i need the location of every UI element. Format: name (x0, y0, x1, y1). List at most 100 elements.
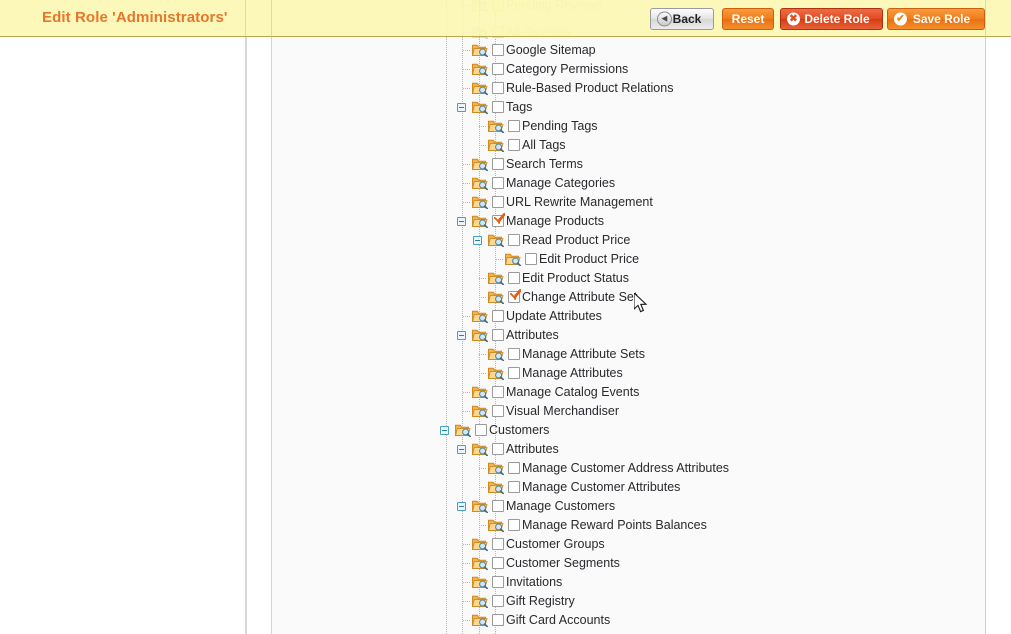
tree-elbow (479, 525, 486, 527)
permission-checkbox[interactable] (492, 443, 504, 455)
permission-checkbox[interactable] (475, 424, 487, 436)
tree-row[interactable]: Invitations (272, 573, 985, 592)
permission-label: Visual Merchandiser (506, 402, 619, 421)
permission-label: Google Sitemap (506, 41, 596, 60)
tree-elbow (463, 88, 470, 90)
permission-checkbox[interactable] (492, 177, 504, 189)
permission-checkbox[interactable] (492, 557, 504, 569)
permission-label: Invitations (506, 573, 562, 592)
permission-checkbox[interactable] (525, 253, 537, 265)
tree-row[interactable]: Edit Product Status (272, 269, 985, 288)
tree-row[interactable]: Manage Attributes (272, 364, 985, 383)
tree-row[interactable]: Pending Tags (272, 117, 985, 136)
permission-label: Tags (506, 98, 532, 117)
tree-row[interactable]: Manage Catalog Events (272, 383, 985, 402)
permission-checkbox[interactable] (492, 63, 504, 75)
tree-row[interactable]: Google Sitemap (272, 41, 985, 60)
tree-elbow (463, 183, 470, 185)
tree-row[interactable]: Visual Merchandiser (272, 402, 985, 421)
tree-row[interactable]: Manage Reward Points Balances (272, 516, 985, 535)
tree-elbow (479, 126, 486, 128)
collapse-toggle-icon[interactable] (457, 445, 466, 454)
collapse-toggle-icon[interactable] (457, 103, 466, 112)
tree-row[interactable]: Gift Card Accounts (272, 611, 985, 630)
permission-checkbox[interactable] (508, 348, 520, 360)
reset-button[interactable]: Reset (722, 8, 774, 30)
permission-checkbox[interactable] (508, 139, 520, 151)
resource-permissions-tree[interactable]: Pending ReviewsAll ReviewsGoogle Sitemap… (272, 0, 985, 634)
save-role-button[interactable]: ✔ Save Role (887, 8, 985, 30)
collapse-toggle-icon[interactable] (457, 217, 466, 226)
folder-search-icon (472, 575, 489, 589)
permission-label: Gift Card Accounts (506, 611, 610, 630)
tree-row[interactable]: Manage Customer Attributes (272, 478, 985, 497)
tree-elbow (463, 316, 470, 318)
permission-checkbox[interactable] (508, 462, 520, 474)
permission-checkbox[interactable] (492, 614, 504, 626)
tree-row[interactable]: Read Product Price (272, 231, 985, 250)
tree-row[interactable]: Edit Product Price (272, 250, 985, 269)
tree-row[interactable]: Rule-Based Product Relations (272, 79, 985, 98)
collapse-toggle-icon[interactable] (473, 236, 482, 245)
permission-checkbox[interactable] (508, 367, 520, 379)
permission-checkbox[interactable] (508, 519, 520, 531)
header-seam-left (245, 0, 246, 37)
folder-search-icon (472, 176, 489, 190)
permission-checkbox[interactable] (492, 500, 504, 512)
folder-search-icon (488, 290, 505, 304)
save-role-button-label: Save Role (913, 12, 970, 26)
permission-checkbox[interactable] (492, 310, 504, 322)
tree-row[interactable]: Manage Categories (272, 174, 985, 193)
permission-checkbox[interactable] (508, 120, 520, 132)
collapse-toggle-icon[interactable] (457, 331, 466, 340)
permission-checkbox[interactable] (508, 481, 520, 493)
delete-role-button-label: Delete Role (804, 12, 869, 26)
permission-checkbox[interactable] (492, 44, 504, 56)
tree-row[interactable]: Tags (272, 98, 985, 117)
folder-search-icon (472, 81, 489, 95)
permission-checkbox[interactable] (508, 272, 520, 284)
tree-row[interactable]: Category Permissions (272, 60, 985, 79)
permission-label: Category Permissions (506, 60, 628, 79)
collapse-toggle-icon[interactable] (440, 426, 449, 435)
permission-checkbox[interactable] (492, 215, 504, 227)
tree-row[interactable]: Search Terms (272, 155, 985, 174)
delete-role-button[interactable]: ✖ Delete Role (780, 8, 883, 30)
tree-row[interactable]: All Tags (272, 136, 985, 155)
back-button[interactable]: ◀ Back (650, 8, 714, 30)
tree-row[interactable]: Customer Groups (272, 535, 985, 554)
permission-checkbox[interactable] (492, 82, 504, 94)
permission-label: Manage Attributes (522, 364, 623, 383)
delete-circle-icon: ✖ (787, 13, 800, 26)
permission-checkbox[interactable] (492, 196, 504, 208)
left-panel (0, 37, 245, 634)
tree-row[interactable]: URL Rewrite Management (272, 193, 985, 212)
permission-checkbox[interactable] (508, 291, 520, 303)
permission-checkbox[interactable] (492, 386, 504, 398)
tree-row[interactable]: Manage Customer Address Attributes (272, 459, 985, 478)
collapse-toggle-icon[interactable] (457, 502, 466, 511)
permission-checkbox[interactable] (492, 595, 504, 607)
tree-row[interactable]: Attributes (272, 326, 985, 345)
permission-label: Customer Segments (506, 554, 620, 573)
folder-search-icon (505, 252, 522, 266)
permission-checkbox[interactable] (492, 538, 504, 550)
permission-checkbox[interactable] (508, 234, 520, 246)
tree-row[interactable]: Customer Segments (272, 554, 985, 573)
tree-row[interactable]: Manage Customers (272, 497, 985, 516)
tree-row[interactable]: Manage Attribute Sets (272, 345, 985, 364)
folder-search-icon (472, 594, 489, 608)
permission-checkbox[interactable] (492, 576, 504, 588)
tree-row[interactable]: Change Attribute Set (272, 288, 985, 307)
tree-row[interactable]: Update Attributes (272, 307, 985, 326)
tree-row[interactable]: Gift Registry (272, 592, 985, 611)
tree-row[interactable]: Customers (272, 421, 985, 440)
permission-checkbox[interactable] (492, 329, 504, 341)
reset-button-label: Reset (732, 12, 765, 26)
permission-checkbox[interactable] (492, 405, 504, 417)
back-arrow-icon: ◀ (657, 12, 672, 27)
tree-row[interactable]: Manage Products (272, 212, 985, 231)
permission-checkbox[interactable] (492, 158, 504, 170)
tree-row[interactable]: Attributes (272, 440, 985, 459)
permission-checkbox[interactable] (492, 101, 504, 113)
